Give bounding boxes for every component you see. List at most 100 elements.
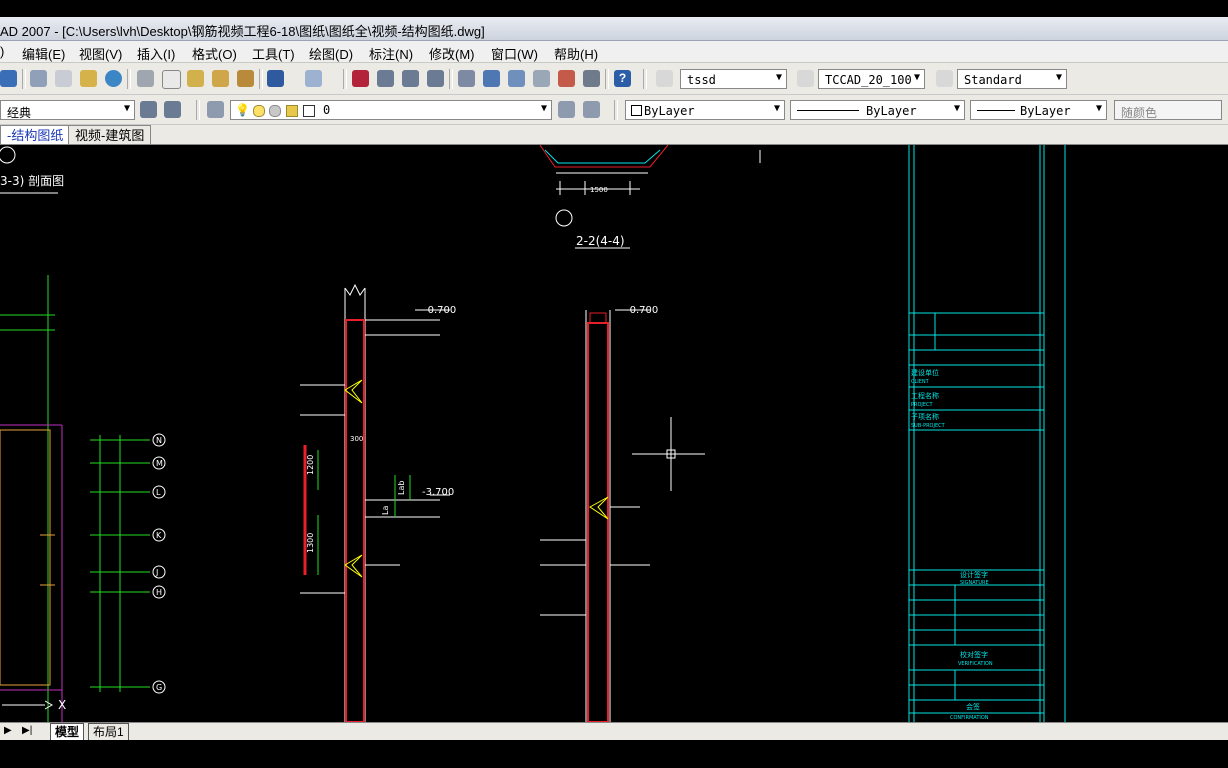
cad-drawing: 3-3) 剖面图 2-2(4-4) 1500 -0.700 -0.700 -3.… [0,145,1066,722]
menu-tools[interactable]: 工具(T) [252,44,295,63]
chevron-down-icon: ▼ [123,103,130,114]
tool-palettes-icon[interactable] [508,70,525,87]
layout-tab-bar: ▶ ▶| 模型 布局1 [0,722,1228,742]
redo-icon[interactable] [305,70,322,87]
menu-draw[interactable]: 绘图(D) [309,44,353,63]
tab-architecture-drawing[interactable]: 视频-建筑图 [68,125,152,144]
layer-previous-icon[interactable] [583,101,600,118]
chevron-down-icon: ▼ [1055,72,1062,83]
screen-top-edge [0,0,1228,17]
linetype-select[interactable]: ByLayer ▼ [790,100,965,120]
wall-outline [0,429,51,686]
layer-value: 0 [323,103,331,117]
chevron-down-icon: ▼ [773,103,780,114]
3d-dwf-icon[interactable] [105,70,122,87]
tab-structure-drawing[interactable]: -结构图纸 [0,125,71,144]
save-icon[interactable] [0,70,17,87]
lineweight-select[interactable]: ByLayer ▼ [970,100,1107,120]
title-block-project: 工程名称 [911,391,939,400]
toolbar-separator [614,100,618,120]
menu-window[interactable]: 窗口(W) [491,44,538,63]
axis-label: N [156,436,162,445]
title-block-confirm: 会签 [966,702,980,711]
calculator-icon[interactable] [583,70,600,87]
menu-insert[interactable]: 插入(I) [137,44,175,63]
dimension-1500: 1500 [590,186,608,194]
workspace-select[interactable]: 经典 ▼ [0,100,135,120]
toolbar-separator [127,69,131,89]
zoom-previous-icon[interactable] [427,70,444,87]
help-icon[interactable]: ? [614,70,631,87]
axis-bubble [152,565,166,579]
elevation-label-3: -3.700 [422,487,454,498]
block-editor-icon[interactable] [237,70,254,87]
table-style-select[interactable]: Standard ▼ [957,69,1067,89]
title-block-signature-en: SIGNATURE [960,580,989,586]
drawing-canvas[interactable]: 3-3) 剖面图 2-2(4-4) 1500 -0.700 -0.700 -3.… [0,145,1228,722]
cut-icon[interactable] [137,70,154,87]
color-select[interactable]: ByLayer ▼ [625,100,785,120]
color-value: ByLayer [644,104,695,118]
lineweight-preview [977,110,1015,111]
menu-format[interactable]: 格式(O) [192,44,237,63]
wall-cap [589,312,607,324]
undo-icon[interactable] [267,70,284,87]
dimension-lab: Lab [397,481,406,495]
zoom-window-icon[interactable] [402,70,419,87]
toolbar-separator [343,69,347,89]
menu-view[interactable]: 视图(V) [79,44,122,63]
copy-icon[interactable] [162,70,181,89]
design-center-icon[interactable] [483,70,500,87]
layers-toolbar: 经典 ▼ 💡 0 ▼ ByLayer ▼ ByLayer ▼ ByLayer ▼… [0,95,1228,125]
elevation-label-2: -0.700 [626,305,658,316]
title-block-client: 建设单位 [911,368,939,377]
pan-icon[interactable] [352,70,369,87]
zoom-realtime-icon[interactable] [377,70,394,87]
text-style-select[interactable]: tssd ▼ [680,69,787,89]
menu-modify[interactable]: 修改(M) [429,44,475,63]
make-current-layer-icon[interactable] [558,101,575,118]
plotstyle-select[interactable]: 随颜色 [1114,100,1222,120]
match-properties-icon[interactable] [212,70,229,87]
table-style-icon [936,70,953,87]
toolbar-separator [605,69,609,89]
text-style-value: tssd [687,73,716,87]
rebar-hook [589,496,609,520]
sheet-set-icon[interactable] [533,70,550,87]
command-area[interactable] [0,740,1228,768]
my-workspace-icon[interactable] [164,101,181,118]
menu-dimension[interactable]: 标注(N) [369,44,413,63]
plot-icon[interactable] [30,70,47,87]
layer-select[interactable]: 💡 0 ▼ [230,100,552,120]
plotstyle-value: 随颜色 [1121,106,1158,120]
plot-preview-icon[interactable] [55,70,72,87]
chevron-down-icon: ▼ [540,103,547,114]
title-bar: AD 2007 - [C:\Users\lvh\Desktop\钢筋视频工程6-… [0,17,1228,41]
axis-label: L [156,488,161,497]
tab-scroll-last-icon[interactable]: ▶| [22,725,32,736]
axis-label: M [156,459,163,468]
dimension-300: 300 [350,435,363,443]
menu-file[interactable]: ) [0,44,4,59]
axis-label: K [156,531,162,540]
workspace-settings-icon[interactable] [140,101,157,118]
text-style-icon [656,70,673,87]
dimension-1300: 1300 [306,533,315,553]
chevron-down-icon: ▼ [775,72,782,83]
publish-icon[interactable] [80,70,97,87]
menu-help[interactable]: 帮助(H) [554,44,598,63]
lightbulb-icon: 💡 [235,103,250,117]
dim-style-select[interactable]: TCCAD_20_100 ▼ [818,69,925,89]
table-style-value: Standard [964,73,1022,87]
paste-icon[interactable] [187,70,204,87]
section-marker-circle [555,209,573,227]
menu-edit[interactable]: 编辑(E) [22,44,65,63]
markup-icon[interactable] [558,70,575,87]
properties-icon[interactable] [458,70,475,87]
window-title: AD 2007 - [C:\Users\lvh\Desktop\钢筋视频工程6-… [0,24,485,39]
menu-bar: ) 编辑(E) 视图(V) 插入(I) 格式(O) 工具(T) 绘图(D) 标注… [0,41,1228,63]
dim-style-icon [797,70,814,87]
tab-scroll-left-icon[interactable]: ▶ [4,725,12,736]
axis-label: J [155,568,158,577]
layer-manager-icon[interactable] [207,101,224,118]
